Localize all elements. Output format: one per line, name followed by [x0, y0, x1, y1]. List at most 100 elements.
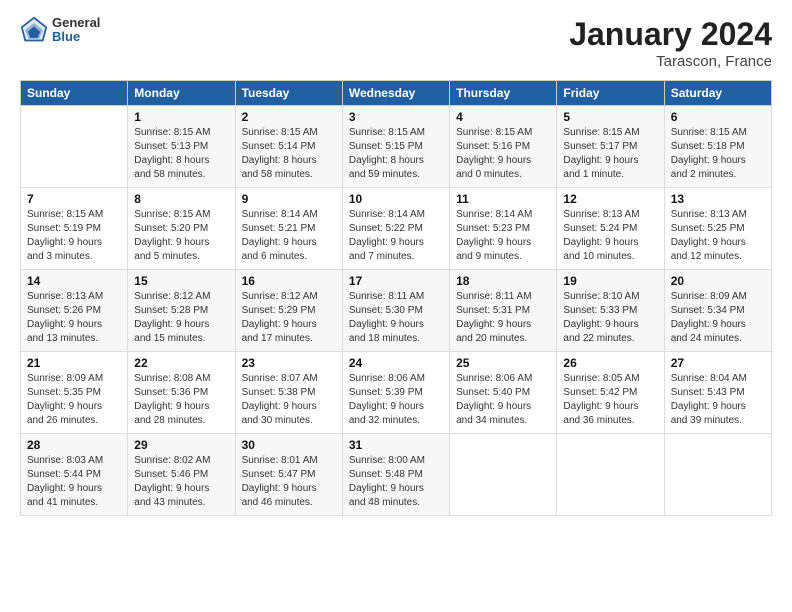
- day-number: 12: [563, 192, 657, 206]
- day-number: 4: [456, 110, 550, 124]
- day-number: 16: [242, 274, 336, 288]
- calendar-cell: 12 Sunrise: 8:13 AMSunset: 5:24 PMDayligh…: [557, 188, 664, 270]
- calendar-cell: 8 Sunrise: 8:15 AMSunset: 5:20 PMDaylight…: [128, 188, 235, 270]
- calendar-cell: 20Sunrise: 8:09 AMSunset: 5:34 PMDayligh…: [664, 270, 771, 352]
- day-number: 27: [671, 356, 765, 370]
- day-number: 3: [349, 110, 443, 124]
- day-info: Sunrise: 8:11 AMSunset: 5:31 PMDaylight:…: [456, 290, 550, 346]
- day-number: 10: [349, 192, 443, 206]
- calendar-cell: 30 Sunrise: 8:01 AMSunset: 5:47 PMDayligh…: [235, 434, 342, 516]
- day-info: Sunrise: 8:13 AMSunset: 5:24 PMDaylight:…: [563, 208, 657, 264]
- page-title: January 2024: [569, 16, 772, 53]
- day-info: Sunrise: 8:11 AMSunset: 5:30 PMDaylight:…: [349, 290, 443, 346]
- header: General Blue January 2024 Tarascon, Fran…: [20, 16, 772, 70]
- day-number: 14: [27, 274, 121, 288]
- day-number: 29: [134, 438, 228, 452]
- logo-icon: [20, 16, 48, 44]
- calendar-body: 1 Sunrise: 8:15 AMSunset: 5:13 PMDaylight…: [21, 106, 772, 516]
- logo-text: General Blue: [52, 16, 100, 45]
- calendar-cell: 6 Sunrise: 8:15 AMSunset: 5:18 PMDaylight…: [664, 106, 771, 188]
- day-info: Sunrise: 8:01 AMSunset: 5:47 PMDaylight:…: [242, 454, 336, 510]
- day-info: Sunrise: 8:06 AMSunset: 5:39 PMDaylight:…: [349, 372, 443, 428]
- day-number: 22: [134, 356, 228, 370]
- day-number: 24: [349, 356, 443, 370]
- header-cell-sunday: Sunday: [21, 81, 128, 106]
- day-info: Sunrise: 8:15 AMSunset: 5:19 PMDaylight:…: [27, 208, 121, 264]
- logo-general: General: [52, 16, 100, 30]
- day-number: 2: [242, 110, 336, 124]
- header-cell-monday: Monday: [128, 81, 235, 106]
- calendar-cell: 25 Sunrise: 8:06 AMSunset: 5:40 PMDayligh…: [450, 352, 557, 434]
- day-number: 11: [456, 192, 550, 206]
- page: General Blue January 2024 Tarascon, Fran…: [0, 0, 792, 612]
- day-info: Sunrise: 8:05 AMSunset: 5:42 PMDaylight:…: [563, 372, 657, 428]
- day-info: Sunrise: 8:09 AMSunset: 5:35 PMDaylight:…: [27, 372, 121, 428]
- calendar-cell: 3Sunrise: 8:15 AMSunset: 5:15 PMDaylight…: [342, 106, 449, 188]
- calendar-cell: 28Sunrise: 8:03 AMSunset: 5:44 PMDayligh…: [21, 434, 128, 516]
- calendar-cell: 7 Sunrise: 8:15 AMSunset: 5:19 PMDaylight…: [21, 188, 128, 270]
- calendar-cell: 1 Sunrise: 8:15 AMSunset: 5:13 PMDaylight…: [128, 106, 235, 188]
- calendar-week-4: 21 Sunrise: 8:09 AMSunset: 5:35 PMDayligh…: [21, 352, 772, 434]
- header-cell-thursday: Thursday: [450, 81, 557, 106]
- day-number: 30: [242, 438, 336, 452]
- calendar-cell: 14 Sunrise: 8:13 AMSunset: 5:26 PMDayligh…: [21, 270, 128, 352]
- calendar-cell: 24 Sunrise: 8:06 AMSunset: 5:39 PMDayligh…: [342, 352, 449, 434]
- day-info: Sunrise: 8:14 AMSunset: 5:21 PMDaylight:…: [242, 208, 336, 264]
- day-number: 26: [563, 356, 657, 370]
- calendar-header: SundayMondayTuesdayWednesdayThursdayFrid…: [21, 81, 772, 106]
- calendar-cell: 11 Sunrise: 8:14 AMSunset: 5:23 PMDayligh…: [450, 188, 557, 270]
- calendar-cell: 2 Sunrise: 8:15 AMSunset: 5:14 PMDaylight…: [235, 106, 342, 188]
- calendar-week-5: 28Sunrise: 8:03 AMSunset: 5:44 PMDayligh…: [21, 434, 772, 516]
- day-number: 9: [242, 192, 336, 206]
- day-number: 31: [349, 438, 443, 452]
- calendar-cell: 23Sunrise: 8:07 AMSunset: 5:38 PMDayligh…: [235, 352, 342, 434]
- calendar-cell: 10 Sunrise: 8:14 AMSunset: 5:22 PMDayligh…: [342, 188, 449, 270]
- page-subtitle: Tarascon, France: [569, 53, 772, 70]
- day-info: Sunrise: 8:14 AMSunset: 5:22 PMDaylight:…: [349, 208, 443, 264]
- day-info: Sunrise: 8:14 AMSunset: 5:23 PMDaylight:…: [456, 208, 550, 264]
- logo-blue: Blue: [52, 30, 100, 44]
- calendar-cell: 27 Sunrise: 8:04 AMSunset: 5:43 PMDayligh…: [664, 352, 771, 434]
- logo: General Blue: [20, 16, 100, 45]
- header-cell-saturday: Saturday: [664, 81, 771, 106]
- calendar-table: SundayMondayTuesdayWednesdayThursdayFrid…: [20, 80, 772, 516]
- calendar-cell: 31Sunrise: 8:00 AMSunset: 5:48 PMDayligh…: [342, 434, 449, 516]
- day-number: 8: [134, 192, 228, 206]
- header-cell-friday: Friday: [557, 81, 664, 106]
- calendar-cell: [21, 106, 128, 188]
- day-info: Sunrise: 8:13 AMSunset: 5:25 PMDaylight:…: [671, 208, 765, 264]
- day-info: Sunrise: 8:15 AMSunset: 5:13 PMDaylight:…: [134, 126, 228, 182]
- day-info: Sunrise: 8:10 AMSunset: 5:33 PMDaylight:…: [563, 290, 657, 346]
- calendar-cell: 22Sunrise: 8:08 AMSunset: 5:36 PMDayligh…: [128, 352, 235, 434]
- title-block: January 2024 Tarascon, France: [569, 16, 772, 70]
- day-number: 20: [671, 274, 765, 288]
- calendar-week-2: 7 Sunrise: 8:15 AMSunset: 5:19 PMDaylight…: [21, 188, 772, 270]
- day-info: Sunrise: 8:15 AMSunset: 5:14 PMDaylight:…: [242, 126, 336, 182]
- day-number: 18: [456, 274, 550, 288]
- day-number: 7: [27, 192, 121, 206]
- day-number: 25: [456, 356, 550, 370]
- day-number: 6: [671, 110, 765, 124]
- header-cell-tuesday: Tuesday: [235, 81, 342, 106]
- calendar-cell: 29 Sunrise: 8:02 AMSunset: 5:46 PMDayligh…: [128, 434, 235, 516]
- day-info: Sunrise: 8:15 AMSunset: 5:20 PMDaylight:…: [134, 208, 228, 264]
- day-info: Sunrise: 8:06 AMSunset: 5:40 PMDaylight:…: [456, 372, 550, 428]
- day-info: Sunrise: 8:13 AMSunset: 5:26 PMDaylight:…: [27, 290, 121, 346]
- day-number: 21: [27, 356, 121, 370]
- day-info: Sunrise: 8:04 AMSunset: 5:43 PMDaylight:…: [671, 372, 765, 428]
- calendar-cell: [664, 434, 771, 516]
- calendar-cell: 21 Sunrise: 8:09 AMSunset: 5:35 PMDayligh…: [21, 352, 128, 434]
- day-number: 28: [27, 438, 121, 452]
- day-info: Sunrise: 8:12 AMSunset: 5:28 PMDaylight:…: [134, 290, 228, 346]
- day-number: 15: [134, 274, 228, 288]
- calendar-cell: 15 Sunrise: 8:12 AMSunset: 5:28 PMDayligh…: [128, 270, 235, 352]
- day-info: Sunrise: 8:15 AMSunset: 5:17 PMDaylight:…: [563, 126, 657, 182]
- day-info: Sunrise: 8:15 AMSunset: 5:16 PMDaylight:…: [456, 126, 550, 182]
- calendar-cell: 26 Sunrise: 8:05 AMSunset: 5:42 PMDayligh…: [557, 352, 664, 434]
- calendar-cell: 19Sunrise: 8:10 AMSunset: 5:33 PMDayligh…: [557, 270, 664, 352]
- day-info: Sunrise: 8:02 AMSunset: 5:46 PMDaylight:…: [134, 454, 228, 510]
- day-number: 1: [134, 110, 228, 124]
- calendar-cell: 13Sunrise: 8:13 AMSunset: 5:25 PMDayligh…: [664, 188, 771, 270]
- calendar-cell: 5Sunrise: 8:15 AMSunset: 5:17 PMDaylight…: [557, 106, 664, 188]
- day-info: Sunrise: 8:15 AMSunset: 5:18 PMDaylight:…: [671, 126, 765, 182]
